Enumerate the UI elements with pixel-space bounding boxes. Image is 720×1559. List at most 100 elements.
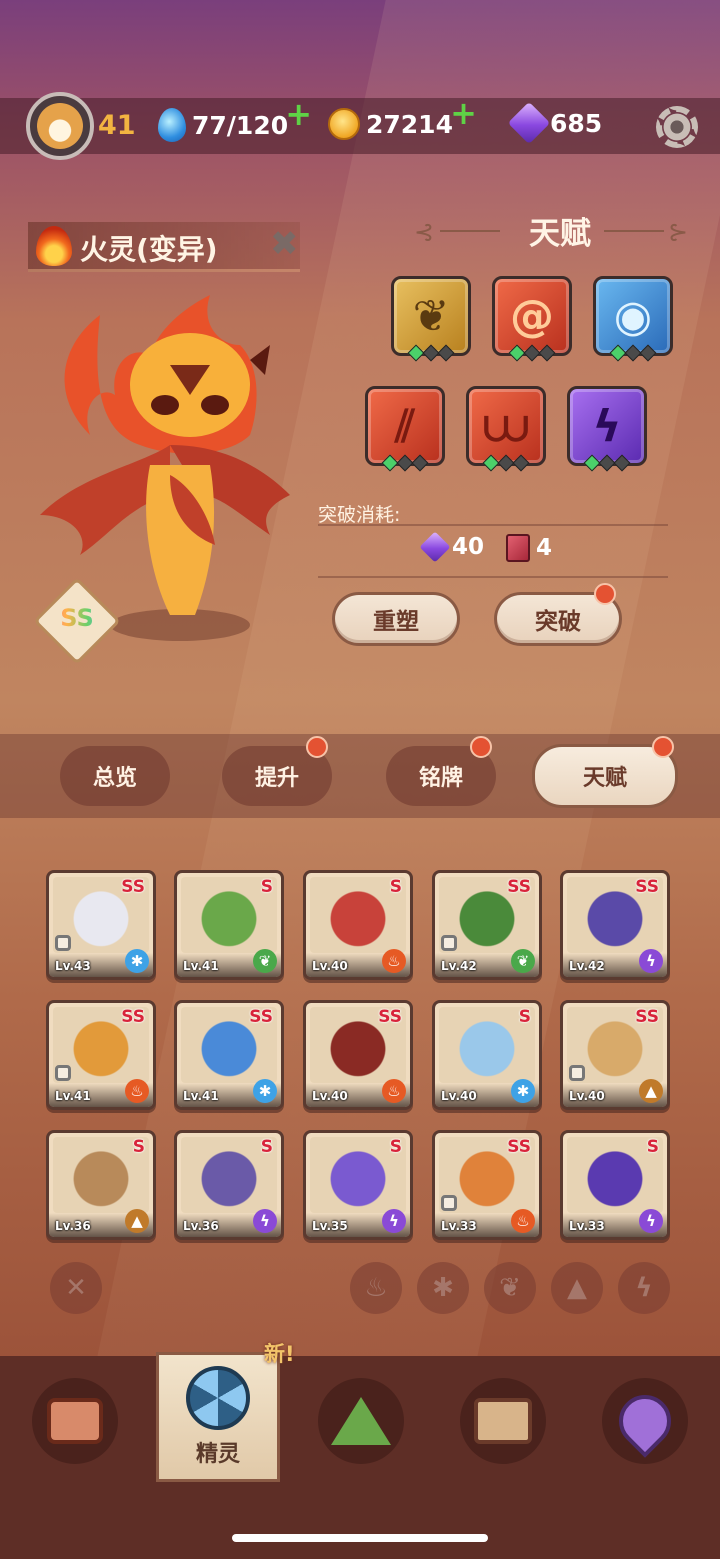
skill-slot-6[interactable]: ϟ: [567, 386, 647, 472]
title-deco-right: ⊱: [668, 218, 689, 246]
pet-level: Lv.35: [312, 1219, 348, 1233]
nav-chest-icon[interactable]: [460, 1378, 546, 1464]
lock-icon: [55, 1065, 71, 1081]
tab-overview[interactable]: 总览: [60, 746, 170, 806]
stamina-value-wrap: 77/120 +: [192, 95, 312, 140]
gem-icon: [419, 531, 451, 563]
skill-slot-2[interactable]: @: [492, 276, 572, 362]
pet-level: Lv.40: [312, 1089, 348, 1103]
pet-grade: S: [646, 1137, 659, 1157]
pet-level: Lv.33: [569, 1219, 605, 1233]
pet-grade: S: [260, 877, 273, 897]
pet-card[interactable]: S Lv.33 ϟ: [560, 1130, 670, 1240]
earth-element-icon: ▲: [639, 1079, 663, 1103]
spirit-lens-icon: [186, 1366, 250, 1430]
leaf-element-icon: ❦: [511, 949, 535, 973]
water-drop-icon: [158, 108, 186, 142]
nav-map-icon[interactable]: [602, 1378, 688, 1464]
book-cost-value: 4: [536, 535, 553, 561]
fire-element-icon: ♨: [125, 1079, 149, 1103]
chest-shape: [474, 1398, 532, 1444]
skill-slot-3[interactable]: ◉: [593, 276, 673, 362]
fire-element-icon: ♨: [382, 1079, 406, 1103]
pet-grade: S: [260, 1137, 273, 1157]
add-stamina-icon[interactable]: +: [285, 95, 312, 133]
add-coin-icon[interactable]: +: [450, 94, 477, 132]
divider: [318, 576, 668, 578]
skill-book-icon: [506, 534, 530, 562]
pet-card[interactable]: S Lv.40 ✱: [432, 1000, 542, 1110]
nav-mountain-icon[interactable]: [318, 1378, 404, 1464]
pet-card[interactable]: SS Lv.40 ▲: [560, 1000, 670, 1110]
lightning-icon: ϟ: [592, 400, 622, 452]
nav-spirit-label: 精灵: [195, 1442, 240, 1467]
pet-card[interactable]: S Lv.36 ϟ: [174, 1130, 284, 1240]
coin-display[interactable]: 27214 +: [328, 94, 477, 140]
pet-level: Lv.43: [55, 959, 91, 973]
pet-card[interactable]: S Lv.40 ♨: [303, 870, 413, 980]
lock-icon: [441, 1195, 457, 1211]
pet-card[interactable]: SS Lv.41 ♨: [46, 1000, 156, 1110]
pet-grade: SS: [121, 877, 145, 897]
pet-grade: SS: [507, 1137, 531, 1157]
pet-grade: SS: [249, 1007, 273, 1027]
pet-level: Lv.36: [55, 1219, 91, 1233]
pet-card[interactable]: SS Lv.33 ♨: [432, 1130, 542, 1240]
pet-card[interactable]: S Lv.35 ϟ: [303, 1130, 413, 1240]
swap-pet-icon[interactable]: ✖: [270, 227, 302, 261]
mountain-shape: [331, 1397, 391, 1445]
stamina-display[interactable]: 77/120 +: [158, 95, 312, 142]
swirl-icon: @: [510, 290, 554, 342]
ice-element-icon: ✱: [253, 1079, 277, 1103]
pet-card[interactable]: SS Lv.42 ϟ: [560, 870, 670, 980]
stamina-value: 77/120: [192, 110, 289, 140]
bolt-element-icon: ϟ: [639, 1209, 663, 1233]
map-pin-shape: [608, 1384, 682, 1458]
pet-card[interactable]: S Lv.41 ❦: [174, 870, 284, 980]
lock-icon: [441, 935, 457, 951]
pet-grade: SS: [635, 877, 659, 897]
pet-card[interactable]: S Lv.36 ▲: [46, 1130, 156, 1240]
avatar-image: [37, 103, 83, 149]
pet-card[interactable]: SS Lv.41 ✱: [174, 1000, 284, 1110]
filter-leaf-icon[interactable]: ❦: [484, 1262, 536, 1314]
bolt-element-icon: ϟ: [253, 1209, 277, 1233]
skill-pips: [508, 344, 556, 362]
earth-element-icon: ▲: [125, 1209, 149, 1233]
player-avatar[interactable]: [26, 92, 94, 160]
pet-card[interactable]: SS Lv.40 ♨: [303, 1000, 413, 1110]
coin-value-wrap: 27214 +: [366, 94, 477, 139]
skill-slot-5[interactable]: ⩊: [466, 386, 546, 472]
clear-filter-close-icon[interactable]: ✕: [50, 1262, 102, 1314]
home-indicator: [232, 1534, 488, 1542]
ice-element-icon: ✱: [125, 949, 149, 973]
filter-fire-icon[interactable]: ♨: [350, 1262, 402, 1314]
pet-card[interactable]: SS Lv.43 ✱: [46, 870, 156, 980]
pet-level: Lv.41: [183, 959, 219, 973]
pet-card[interactable]: SS Lv.42 ❦: [432, 870, 542, 980]
skill-slot-4[interactable]: ⫽: [365, 386, 445, 472]
filter-earth-icon[interactable]: ▲: [551, 1262, 603, 1314]
reshape-button[interactable]: 重塑: [332, 592, 460, 646]
gem-display[interactable]: 685: [507, 101, 602, 145]
fire-element-icon: ♨: [382, 949, 406, 973]
filter-bolt-icon[interactable]: ϟ: [618, 1262, 670, 1314]
pet-grade: SS: [121, 1007, 145, 1027]
lock-icon: [569, 1065, 585, 1081]
rank-text: SS: [46, 604, 108, 632]
pet-grade: SS: [507, 877, 531, 897]
filter-ice-icon[interactable]: ✱: [417, 1262, 469, 1314]
pet-grade: S: [132, 1137, 145, 1157]
divider: [318, 524, 668, 526]
skill-pips: [609, 344, 657, 362]
title-line-left: [440, 230, 500, 232]
nav-bag-icon[interactable]: [32, 1378, 118, 1464]
pet-level: Lv.41: [55, 1089, 91, 1103]
pet-grade: SS: [635, 1007, 659, 1027]
settings-gear-icon[interactable]: [656, 106, 698, 148]
skill-pips: [381, 454, 429, 472]
coin-icon: [328, 108, 360, 140]
skill-slot-1[interactable]: ❦: [391, 276, 471, 362]
claw-icon: ⫽: [395, 400, 415, 452]
fire-element-icon: ♨: [511, 1209, 535, 1233]
